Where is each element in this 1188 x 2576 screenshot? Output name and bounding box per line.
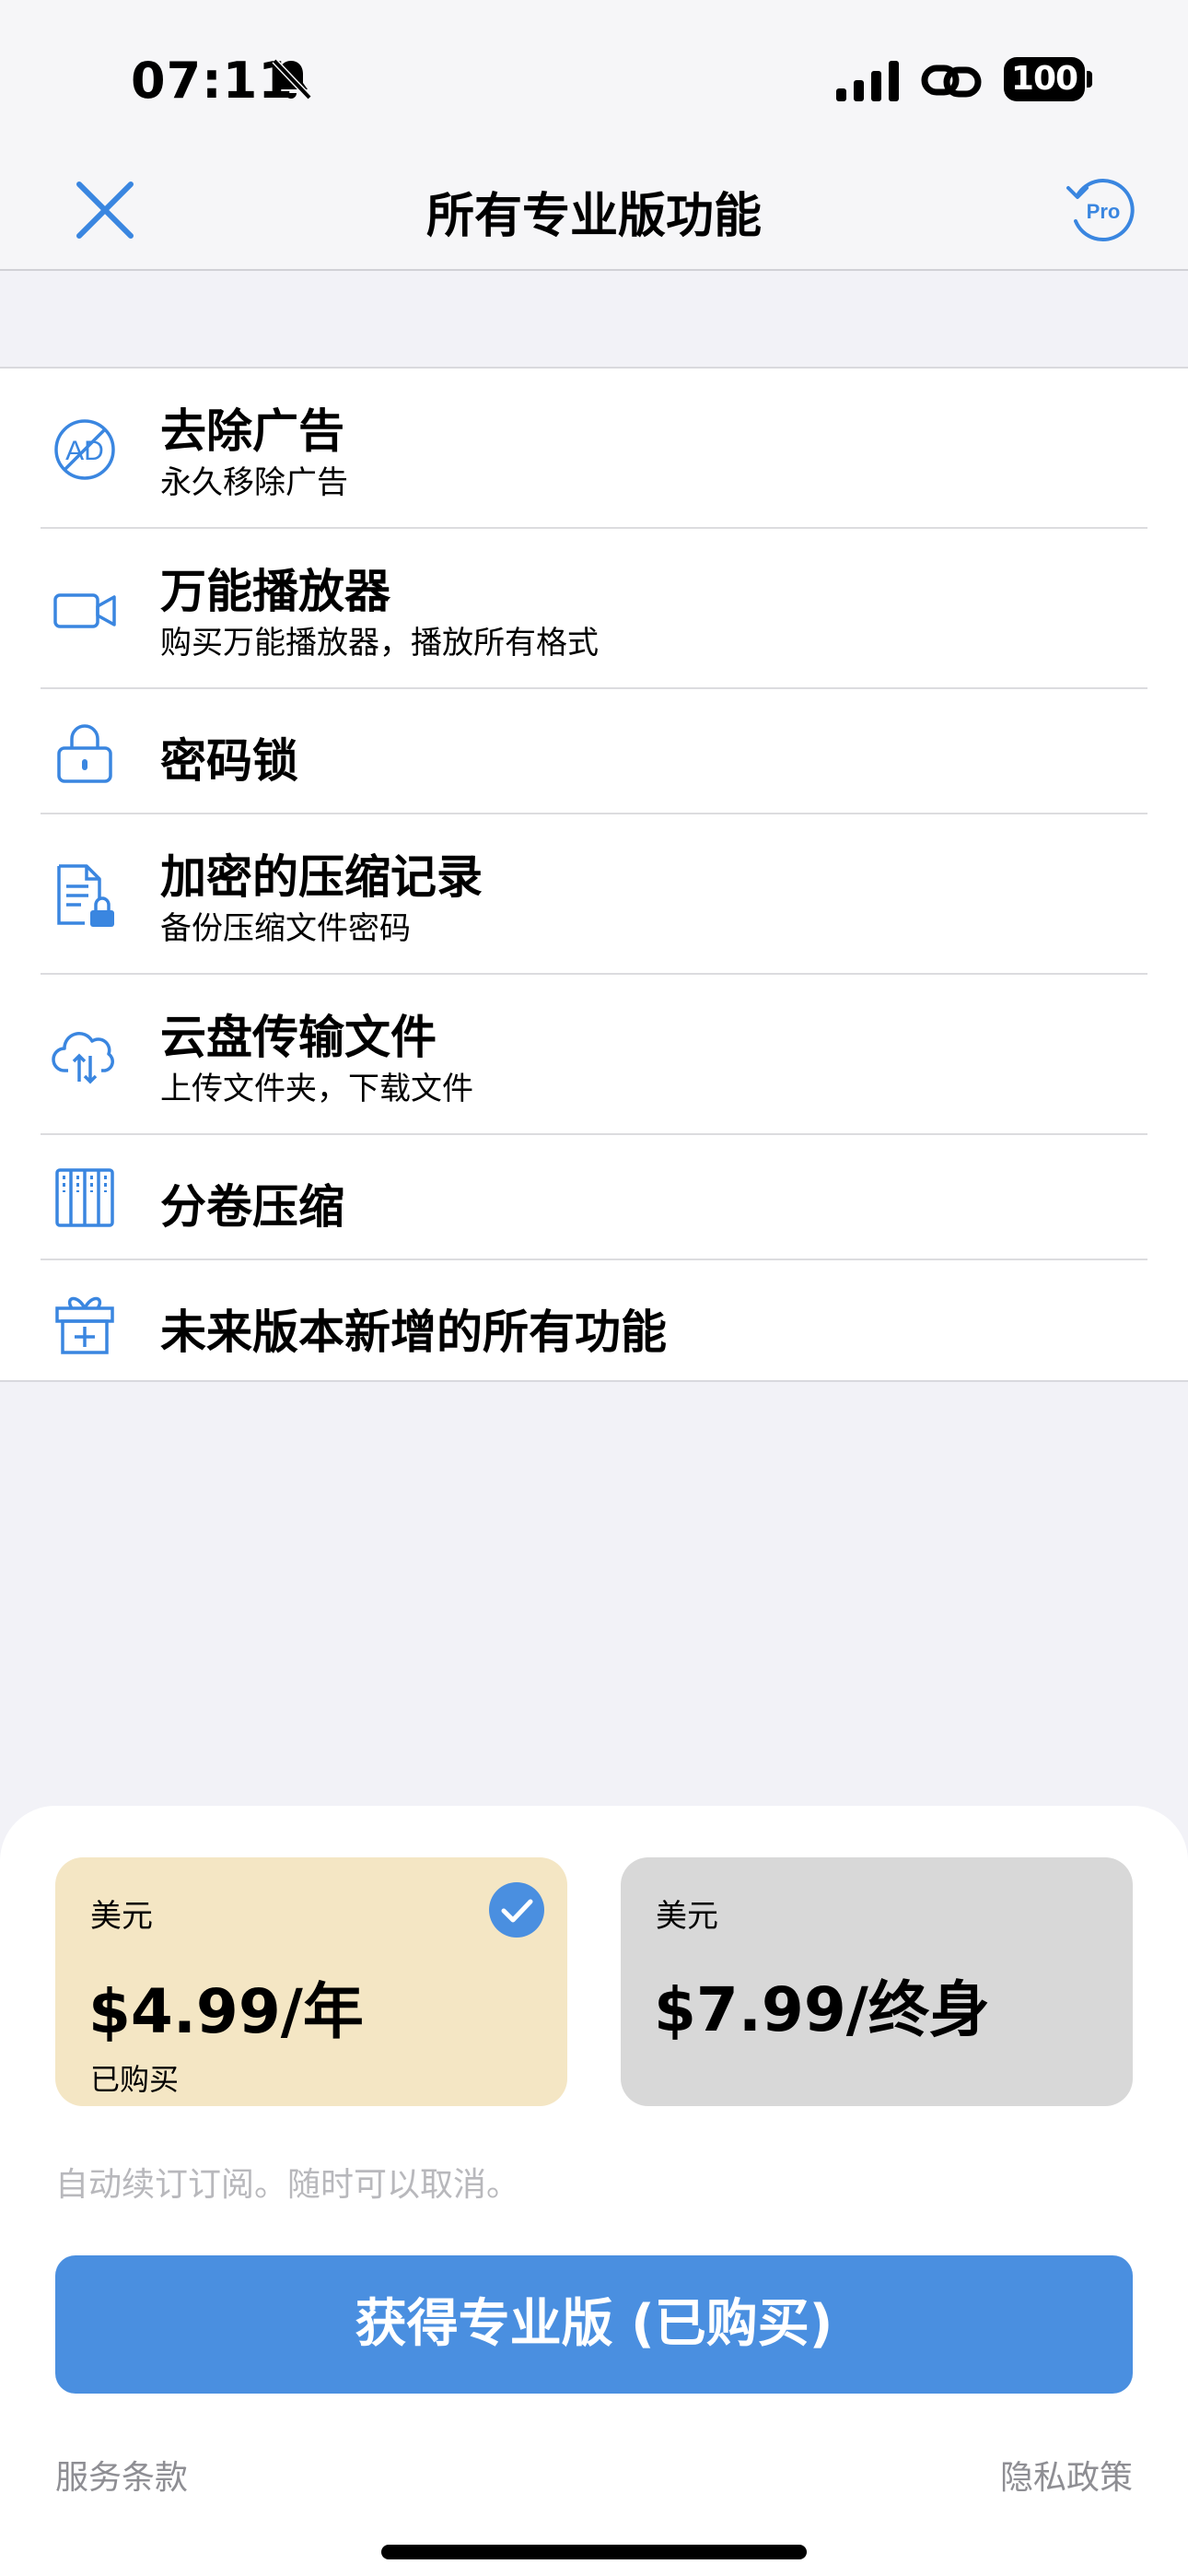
plan-currency: 美元 <box>90 1898 153 1935</box>
ad-remove-icon: AD <box>54 419 115 480</box>
plan-status: 已购买 <box>90 2062 180 2097</box>
status-bar: 07:11 100 <box>0 0 1188 147</box>
feature-row-remove-ads: AD 去除广告 永久移除广告 <box>41 369 1147 529</box>
restore-pro-label: Pro <box>1087 200 1121 223</box>
cellular-signal-icon <box>836 61 899 101</box>
feature-subtitle: 备份压缩文件密码 <box>160 910 411 947</box>
video-camera-icon <box>53 593 116 628</box>
lock-icon <box>57 724 112 783</box>
feature-row-cloud-transfer: 云盘传输文件 上传文件夹，下载文件 <box>41 975 1147 1135</box>
feature-row-encrypted-records: 加密的压缩记录 备份压缩文件密码 <box>41 814 1147 975</box>
purchase-button[interactable]: 获得专业版 (已购买) <box>55 2255 1133 2394</box>
feature-row-passcode-lock: 密码锁 <box>41 689 1147 814</box>
pro-features-screen: 07:11 100 所有专业版功能 Pro 去除广告 永久移除广告 万能播放器 … <box>0 0 1188 2576</box>
battery-indicator: 100 <box>1004 57 1085 101</box>
purchase-sheet: 美元 $4.99/年 已购买 美元 $7.99/终身 自动续订订阅。随时可以取消… <box>0 1806 1188 2576</box>
plan-price: $7.99/终身 <box>654 1974 990 2045</box>
plan-currency: 美元 <box>656 1898 718 1935</box>
feature-subtitle: 上传文件夹，下载文件 <box>160 1071 473 1107</box>
feature-title: 分卷压缩 <box>160 1180 344 1234</box>
terms-of-service-link[interactable]: 服务条款 <box>55 2451 188 2499</box>
battery-tip <box>1087 71 1092 88</box>
checkmark-circle-icon <box>489 1882 544 1938</box>
gift-icon <box>55 1296 114 1354</box>
navigation-bar: 所有专业版功能 Pro <box>0 147 1188 271</box>
feature-title: 去除广告 <box>160 404 344 458</box>
feature-title: 万能播放器 <box>160 565 390 618</box>
feature-row-split-volume: 分卷压缩 <box>41 1135 1147 1260</box>
feature-title: 密码锁 <box>160 734 298 788</box>
feature-title: 未来版本新增的所有功能 <box>160 1306 667 1359</box>
cloud-transfer-icon <box>52 1032 114 1084</box>
feature-title: 加密的压缩记录 <box>160 850 483 904</box>
plan-card-yearly[interactable]: 美元 $4.99/年 已购买 <box>55 1857 567 2106</box>
bell-muted-icon <box>272 58 312 100</box>
feature-subtitle: 购买万能播放器，播放所有格式 <box>160 625 599 662</box>
feature-row-universal-player: 万能播放器 购买万能播放器，播放所有格式 <box>41 529 1147 689</box>
feature-row-future-features: 未来版本新增的所有功能 <box>41 1260 1147 1384</box>
feature-title: 云盘传输文件 <box>160 1011 437 1064</box>
plan-card-lifetime[interactable]: 美元 $7.99/终身 <box>621 1857 1133 2106</box>
page-title: 所有专业版功能 <box>425 189 762 244</box>
privacy-policy-link[interactable]: 隐私政策 <box>1000 2451 1133 2499</box>
feature-list: AD 去除广告 永久移除广告 万能播放器 购买万能播放器，播放所有格式 密码锁 <box>0 367 1188 1382</box>
auto-renew-note: 自动续订订阅。随时可以取消。 <box>55 2166 520 2204</box>
personal-hotspot-icon <box>921 64 982 98</box>
split-volume-icon <box>55 1168 114 1227</box>
locked-document-icon <box>57 864 114 927</box>
home-indicator[interactable] <box>381 2545 807 2559</box>
restore-purchase-icon[interactable]: Pro <box>1061 170 1140 249</box>
feature-subtitle: 永久移除广告 <box>160 464 348 501</box>
plan-price: $4.99/年 <box>88 1976 364 2047</box>
